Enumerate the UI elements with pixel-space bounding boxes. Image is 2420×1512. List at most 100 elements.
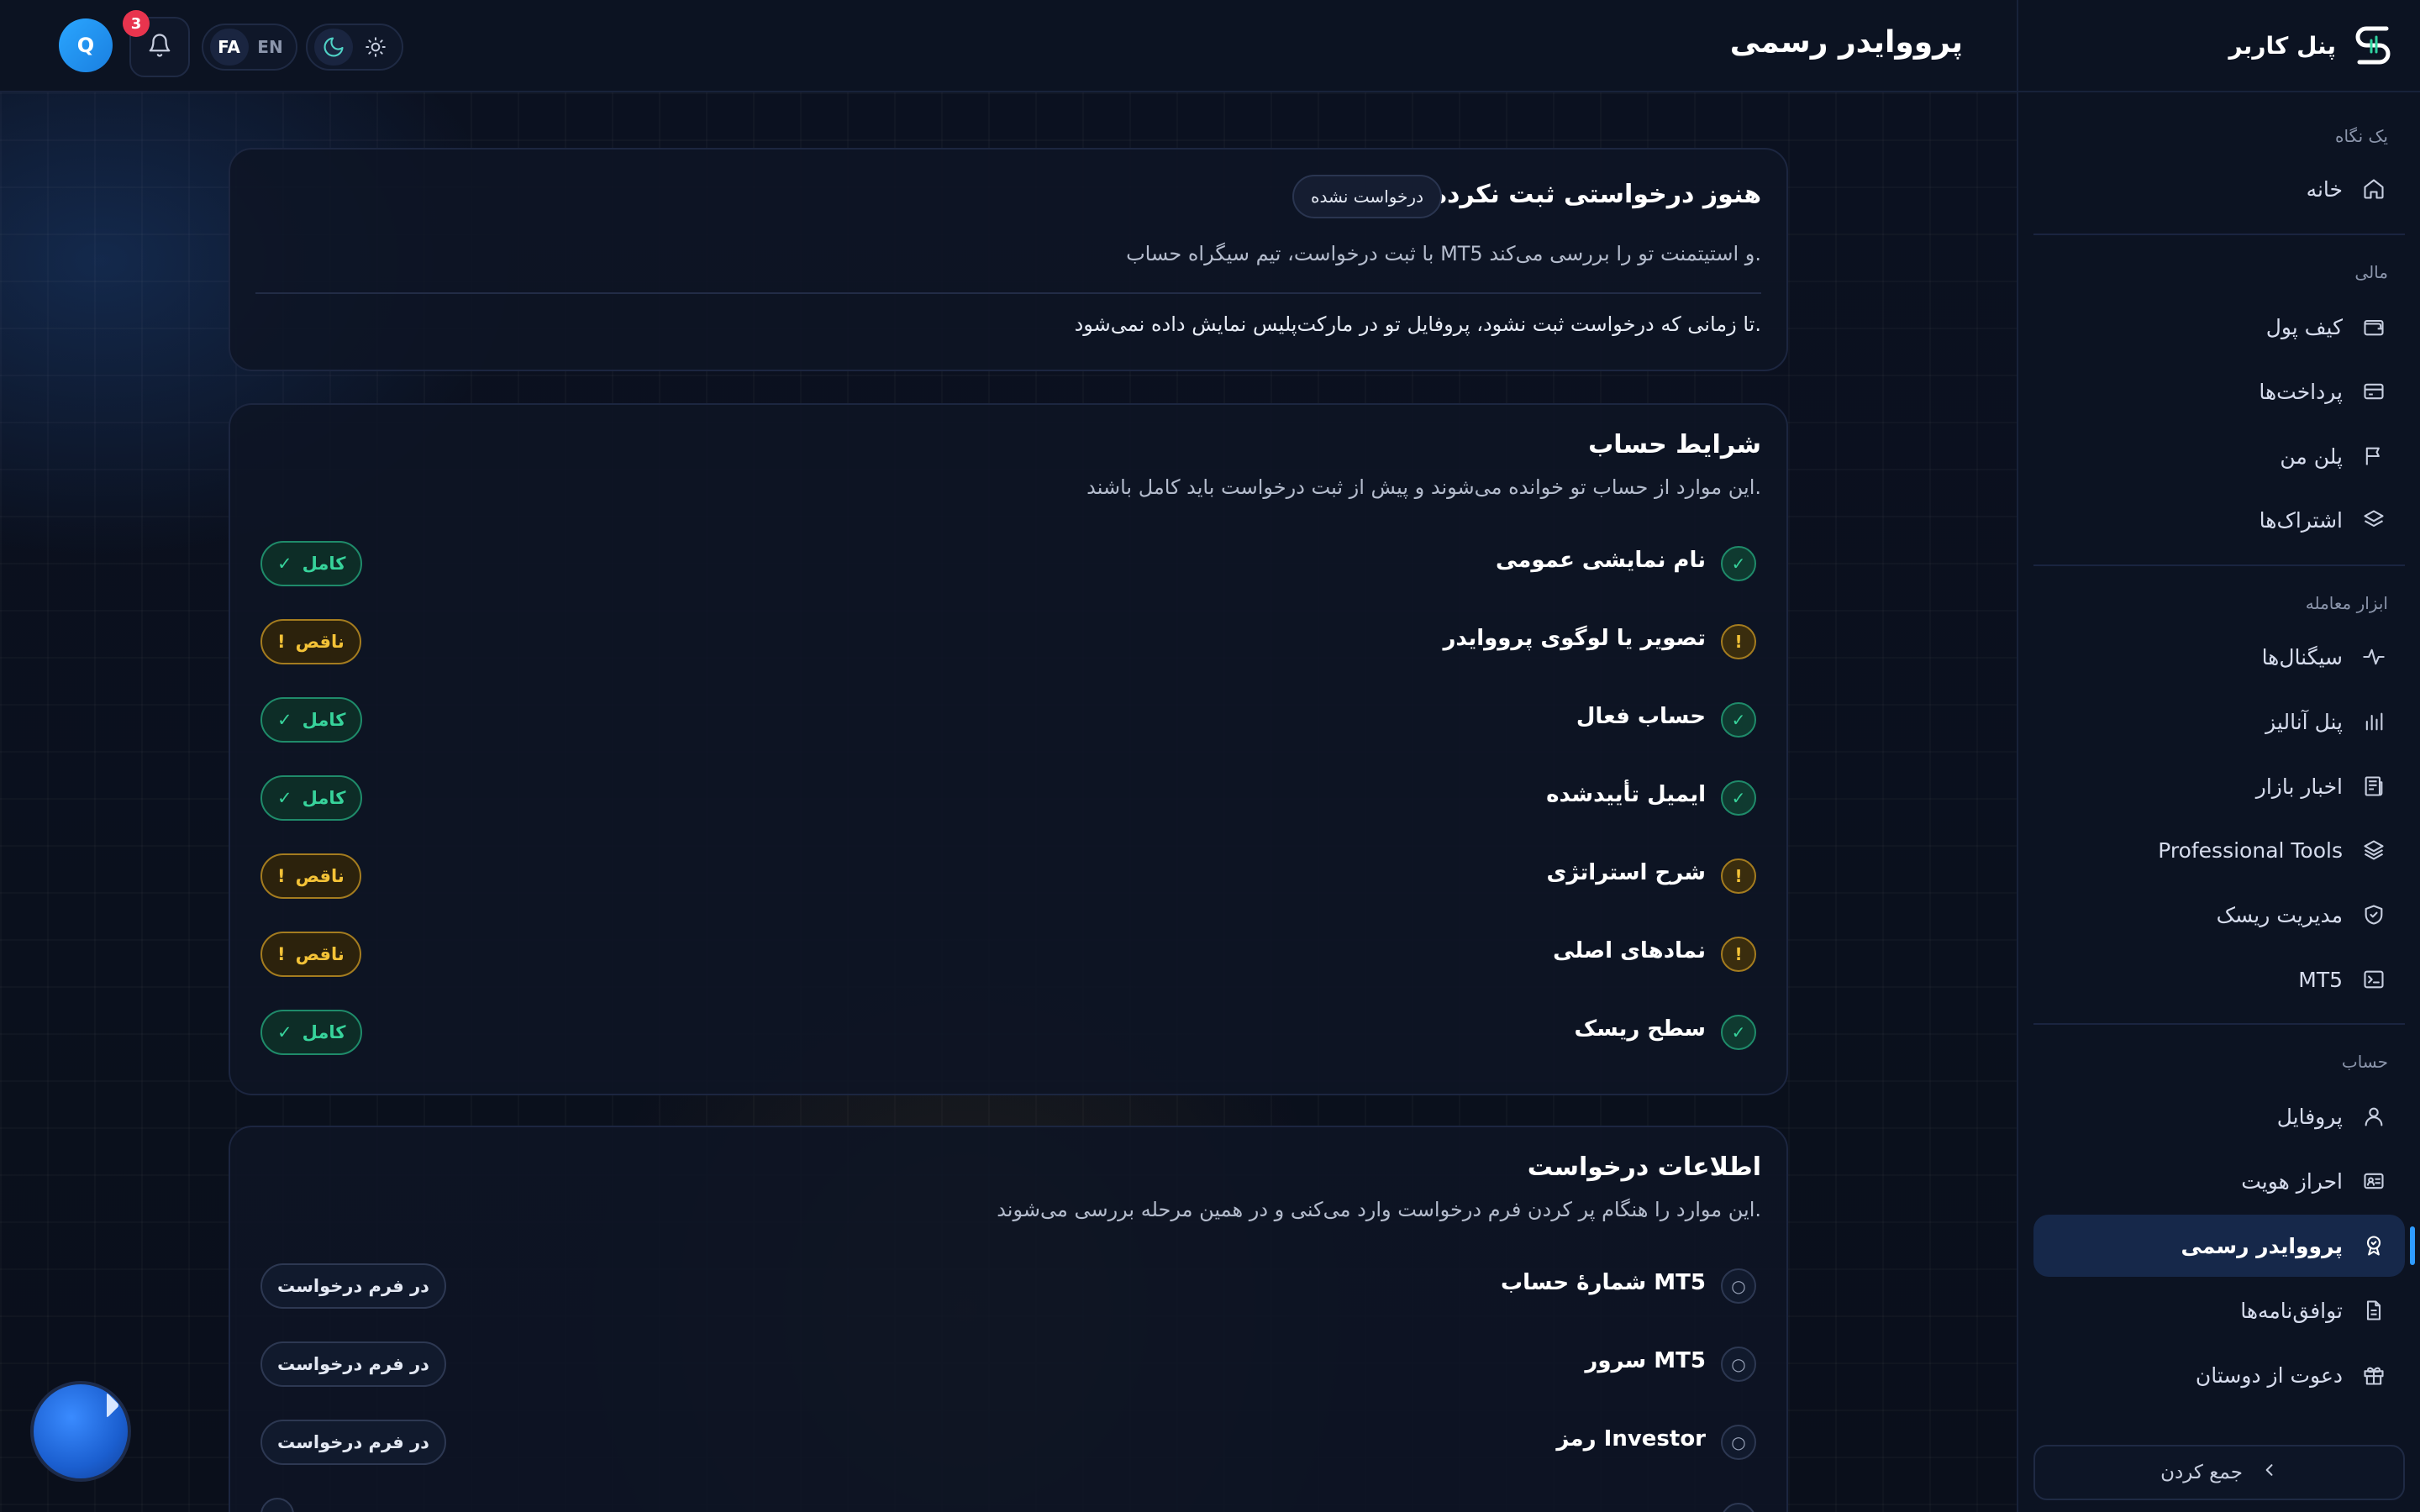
theme-switch[interactable] (306, 24, 403, 71)
check-icon: ✓ (277, 788, 292, 808)
sun-icon[interactable] (356, 29, 395, 66)
bell-icon (147, 33, 172, 61)
request-info-card: اطلاعات درخواست این موارد را هنگام پر کر… (229, 1126, 1788, 1512)
request-card-title: هنوز درخواستی ثبت نکرده‌ای (1400, 180, 1761, 209)
notification-count-badge: 3 (123, 10, 150, 37)
sidebar-item-label: مدیریت ریسک (2216, 902, 2343, 927)
check-circle-icon: ✓ (1721, 546, 1756, 581)
check-circle-icon: ✓ (1721, 702, 1756, 738)
sidebar: پنل کاربر یک نگاه خانه مالی کیف پول پردا… (2017, 0, 2420, 1512)
page-title: پرووایدر رسمی (1729, 25, 1963, 60)
check-icon: ✓ (277, 554, 292, 574)
status-badge-incomplete: ! ناقص (260, 932, 361, 977)
bar-chart-icon (2361, 709, 2386, 734)
status-badge-complete: ✓ کامل (260, 541, 363, 586)
flag-icon (2361, 444, 2386, 469)
sidebar-item-invite-friends[interactable]: دعوت از دوستان (2033, 1344, 2405, 1406)
shield-check-icon (2361, 902, 2386, 927)
check-icon: ✓ (277, 710, 292, 730)
sidebar-item-home[interactable]: خانه (2033, 158, 2405, 220)
sidebar-item-label: احراز هویت (2241, 1168, 2343, 1194)
circle-icon: ○ (1721, 1503, 1756, 1512)
sidebar-item-subscriptions[interactable]: اشتراک‌ها (2033, 489, 2405, 551)
avatar[interactable]: Q (59, 18, 113, 72)
sidebar-item-label: خانه (2306, 176, 2343, 202)
divider (2033, 564, 2405, 566)
check-circle-icon: ✓ (1721, 1015, 1756, 1050)
circle-icon: ○ (1721, 1347, 1756, 1382)
warning-circle-icon: ! (1721, 858, 1756, 894)
divider (2033, 234, 2405, 235)
sidebar-item-official-provider[interactable]: پرووایدر رسمی (2033, 1215, 2415, 1277)
sidebar-item-label: توافق‌نامه‌ها (2240, 1298, 2343, 1323)
user-icon (2361, 1104, 2386, 1129)
info-label: سرور MT5 (1585, 1348, 1706, 1373)
sidebar-item-professional-tools[interactable]: Professional Tools (2033, 819, 2405, 881)
section-label-account: حساب (2341, 1052, 2388, 1072)
assistant-orb-button[interactable] (30, 1381, 131, 1482)
conditions-card-subtitle: این موارد از حساب تو خوانده می‌شوند و پی… (1086, 475, 1761, 499)
sidebar-item-profile[interactable]: پروفایل (2033, 1085, 2405, 1147)
divider (255, 292, 1761, 294)
gift-icon (2361, 1362, 2386, 1388)
account-conditions-card: شرایط حساب این موارد از حساب تو خوانده م… (229, 403, 1788, 1095)
logo-icon (2351, 22, 2395, 69)
status-badge-complete: ✓ کامل (260, 775, 363, 821)
language-switch[interactable]: FA EN (202, 24, 297, 71)
condition-label: تصویر یا لوگوی پرووایدر (1443, 626, 1706, 651)
sidebar-item-agreements[interactable]: توافق‌نامه‌ها (2033, 1279, 2405, 1341)
status-badge-label: ناقص (295, 632, 345, 652)
status-badge-label: کامل (302, 710, 346, 730)
sidebar-item-label: کیف پول (2265, 314, 2343, 339)
sidebar-item-label: اخبار بازار (2255, 774, 2343, 799)
sidebar-item-payments[interactable]: پرداخت‌ها (2033, 360, 2405, 423)
section-label-overview: یک نگاه (2334, 126, 2388, 146)
sidebar-item-label: Professional Tools (2158, 837, 2343, 863)
in-form-badge (260, 1498, 294, 1512)
sidebar-item-risk-management[interactable]: مدیریت ریسک (2033, 884, 2405, 946)
sidebar-item-wallet[interactable]: کیف پول (2033, 296, 2405, 358)
sidebar-item-my-plan[interactable]: پلن من (2033, 425, 2405, 487)
sidebar-item-analysis-panel[interactable]: پنل آنالیز (2033, 690, 2405, 753)
condition-label: نمادهای اصلی (1553, 938, 1706, 963)
brand-title: پنل کاربر (2228, 31, 2336, 60)
section-label-finance: مالی (2354, 262, 2388, 282)
info-label: رمز Investor (1556, 1426, 1706, 1452)
status-badge-incomplete: ! ناقص (260, 853, 361, 899)
sidebar-item-market-news[interactable]: اخبار بازار (2033, 755, 2405, 817)
divider (2033, 1023, 2405, 1025)
sidebar-item-kyc[interactable]: احراز هویت (2033, 1150, 2405, 1212)
lang-option-en[interactable]: EN (251, 29, 290, 66)
in-form-badge: در فرم درخواست (260, 1341, 446, 1387)
credit-card-icon (2361, 379, 2386, 404)
wallet-icon (2361, 314, 2386, 339)
newspaper-icon (2361, 774, 2386, 799)
status-badge: درخواست نشده (1292, 175, 1442, 218)
pulse-icon (2361, 644, 2386, 669)
award-icon (2361, 1233, 2386, 1258)
info-card-title: اطلاعات درخواست (1527, 1152, 1761, 1182)
sidebar-item-mt5[interactable]: MT5 (2033, 948, 2405, 1011)
circle-icon: ○ (1721, 1425, 1756, 1460)
exclamation-icon: ! (277, 944, 286, 964)
condition-label: نام نمایشی عمومی (1495, 548, 1706, 573)
brand[interactable]: پنل کاربر (2018, 0, 2420, 92)
status-badge-label: ناقص (295, 944, 345, 964)
request-status-card: هنوز درخواستی ثبت نکرده‌ای درخواست نشده … (229, 148, 1788, 371)
sidebar-item-label: MT5 (2298, 967, 2343, 992)
document-icon (2361, 1298, 2386, 1323)
moon-icon[interactable] (314, 29, 353, 66)
stack-icon (2361, 837, 2386, 863)
conditions-card-title: شرایط حساب (1588, 430, 1761, 459)
condition-label: ایمیل تأییدشده (1546, 782, 1706, 807)
circle-icon: ○ (1721, 1268, 1756, 1304)
top-bar: Q 3 FA EN پرووایدر رسمی (0, 0, 2017, 92)
status-badge-label: کامل (302, 1022, 346, 1042)
sidebar-item-signals[interactable]: سیگنال‌ها (2033, 626, 2405, 688)
in-form-badge: در فرم درخواست (260, 1263, 446, 1309)
check-icon: ✓ (277, 1022, 292, 1042)
collapse-sidebar-button[interactable]: جمع کردن (2033, 1445, 2405, 1500)
terminal-icon (2361, 967, 2386, 992)
condition-label: شرح استراتژی (1546, 860, 1706, 885)
lang-option-fa[interactable]: FA (209, 29, 249, 66)
